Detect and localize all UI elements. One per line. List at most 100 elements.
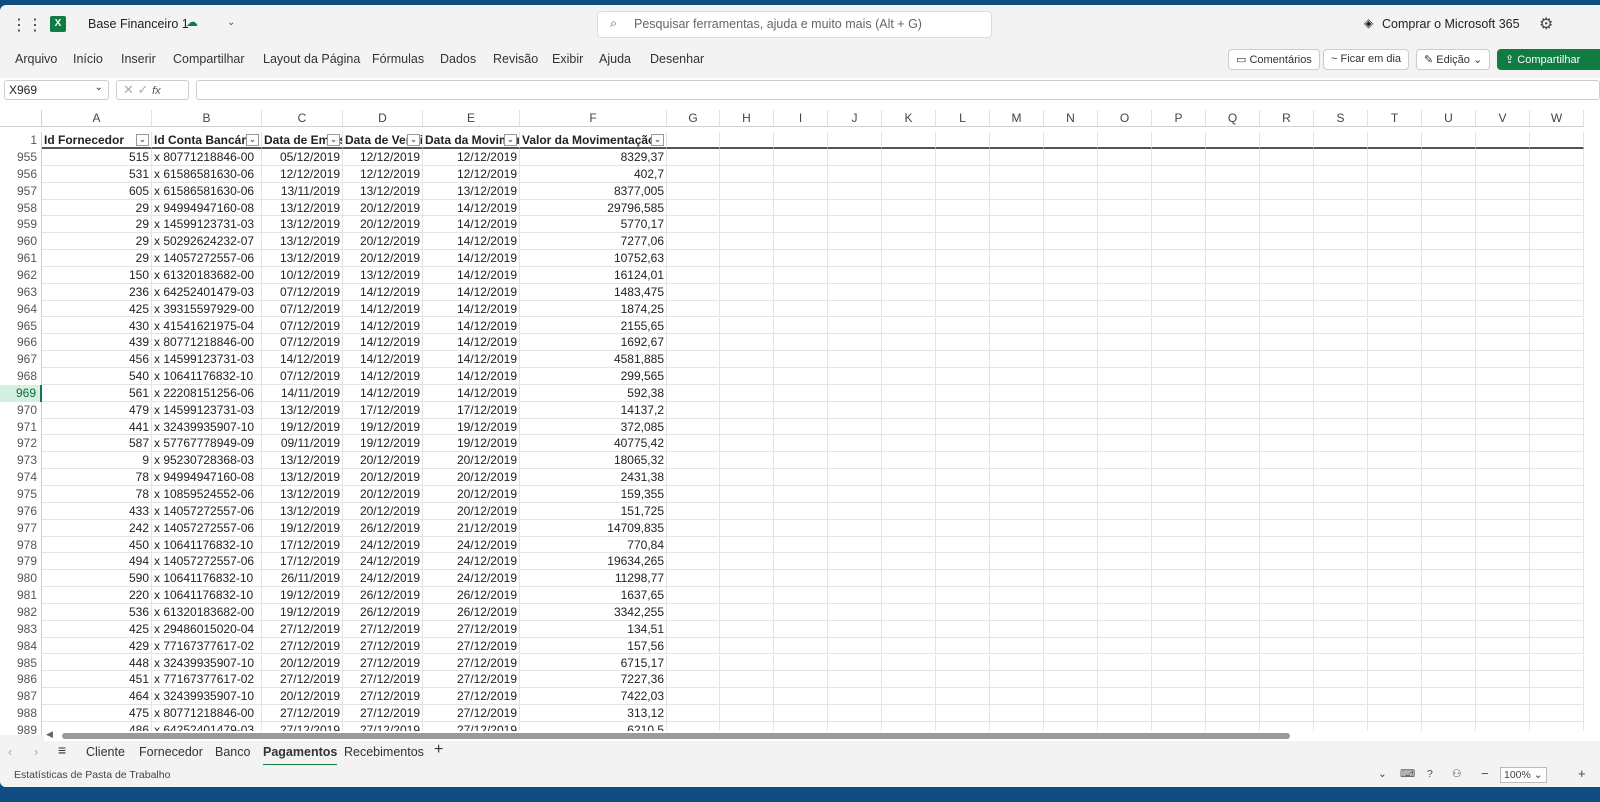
empty-cell[interactable] <box>720 688 774 706</box>
empty-cell[interactable] <box>667 283 720 301</box>
empty-cell[interactable] <box>1368 671 1422 689</box>
empty-cell[interactable] <box>936 671 990 689</box>
empty-cell[interactable] <box>1422 384 1476 402</box>
empty-cell[interactable] <box>1530 435 1584 453</box>
empty-cell[interactable] <box>1476 165 1530 183</box>
empty-cell[interactable] <box>774 149 828 166</box>
empty-cell[interactable] <box>882 688 936 706</box>
empty-cell[interactable] <box>828 637 882 655</box>
empty-cell[interactable] <box>936 502 990 520</box>
cell-F[interactable]: 592,38 <box>520 384 667 402</box>
empty-cell[interactable] <box>720 536 774 554</box>
empty-cell[interactable] <box>828 401 882 419</box>
empty-cell[interactable] <box>1260 688 1314 706</box>
empty-cell[interactable] <box>990 620 1044 638</box>
cell-A[interactable]: 439 <box>42 334 152 352</box>
empty-cell[interactable] <box>1044 233 1098 251</box>
empty-cell[interactable] <box>936 216 990 234</box>
empty-cell[interactable] <box>990 519 1044 537</box>
empty-cell[interactable] <box>1206 334 1260 352</box>
empty-cell[interactable] <box>1422 486 1476 503</box>
cell-F[interactable]: 2155,65 <box>520 317 667 335</box>
empty-cell[interactable] <box>720 418 774 436</box>
empty-cell[interactable] <box>1098 266 1152 284</box>
empty-cell[interactable] <box>828 368 882 385</box>
cell-F[interactable]: 14709,835 <box>520 519 667 537</box>
empty-cell[interactable] <box>1530 384 1584 402</box>
empty-cell[interactable] <box>1314 233 1368 251</box>
empty-cell[interactable] <box>720 620 774 638</box>
empty-cell[interactable] <box>774 452 828 470</box>
cell-B[interactable]: x 64252401479-03 <box>152 283 262 301</box>
empty-cell[interactable] <box>882 418 936 436</box>
formula-input[interactable] <box>196 80 1600 100</box>
cell-C[interactable]: 27/12/2019 <box>262 671 343 689</box>
empty-cell[interactable] <box>1476 671 1530 689</box>
empty-cell[interactable] <box>1422 300 1476 318</box>
cell-F[interactable]: 16124,01 <box>520 266 667 284</box>
cell-C[interactable]: 07/12/2019 <box>262 317 343 335</box>
empty-cell[interactable] <box>936 368 990 385</box>
empty-cell[interactable] <box>882 536 936 554</box>
cell-B[interactable]: x 94994947160-08 <box>152 469 262 486</box>
empty-cell[interactable] <box>1152 536 1206 554</box>
cell-B[interactable]: x 95230728368-03 <box>152 452 262 470</box>
empty-cell[interactable] <box>936 587 990 604</box>
empty-cell[interactable] <box>1422 570 1476 588</box>
empty-cell[interactable] <box>1152 165 1206 183</box>
empty-cell[interactable] <box>720 233 774 251</box>
empty-cell[interactable] <box>1314 182 1368 200</box>
cell-B[interactable]: x 10641176832-10 <box>152 587 262 604</box>
empty-cell[interactable] <box>882 603 936 621</box>
empty-cell[interactable] <box>720 435 774 453</box>
empty-cell[interactable] <box>882 182 936 200</box>
empty-cell[interactable] <box>1530 705 1584 722</box>
empty-cell[interactable] <box>1098 705 1152 722</box>
cell[interactable] <box>1314 132 1368 149</box>
chevron-down-icon[interactable]: ⌄ <box>1378 768 1387 780</box>
empty-cell[interactable] <box>1098 435 1152 453</box>
empty-cell[interactable] <box>667 553 720 571</box>
empty-cell[interactable] <box>774 266 828 284</box>
cell-F[interactable]: 134,51 <box>520 620 667 638</box>
buy-microsoft-365-link[interactable]: Comprar o Microsoft 365 <box>1382 17 1520 31</box>
empty-cell[interactable] <box>828 452 882 470</box>
cell-C[interactable]: 13/12/2019 <box>262 250 343 267</box>
cell-D[interactable]: 14/12/2019 <box>343 368 423 385</box>
cell-B[interactable]: x 80771218846-00 <box>152 334 262 352</box>
column-header-I[interactable]: I <box>774 110 828 127</box>
empty-cell[interactable] <box>936 149 990 166</box>
cell-D[interactable]: 27/12/2019 <box>343 671 423 689</box>
cell-A[interactable]: 450 <box>42 536 152 554</box>
empty-cell[interactable] <box>1152 250 1206 267</box>
filter-dropdown-icon[interactable]: ⌄ <box>504 134 517 146</box>
cell-E[interactable]: 19/12/2019 <box>423 435 520 453</box>
empty-cell[interactable] <box>828 165 882 183</box>
cell-A[interactable]: 515 <box>42 149 152 166</box>
empty-cell[interactable] <box>667 654 720 672</box>
empty-cell[interactable] <box>1368 536 1422 554</box>
empty-cell[interactable] <box>828 620 882 638</box>
empty-cell[interactable] <box>720 486 774 503</box>
empty-cell[interactable] <box>667 401 720 419</box>
empty-cell[interactable] <box>1152 149 1206 166</box>
empty-cell[interactable] <box>1098 654 1152 672</box>
empty-cell[interactable] <box>1422 519 1476 537</box>
column-title[interactable]: Data de Emissão⌄ <box>262 132 343 149</box>
empty-cell[interactable] <box>774 469 828 486</box>
empty-cell[interactable] <box>1260 182 1314 200</box>
empty-cell[interactable] <box>1476 536 1530 554</box>
empty-cell[interactable] <box>1368 334 1422 352</box>
cell-A[interactable]: 441 <box>42 418 152 436</box>
empty-cell[interactable] <box>1098 603 1152 621</box>
empty-cell[interactable] <box>667 486 720 503</box>
empty-cell[interactable] <box>1530 149 1584 166</box>
cell-A[interactable]: 464 <box>42 688 152 706</box>
cell-E[interactable]: 14/12/2019 <box>423 368 520 385</box>
cell-D[interactable]: 20/12/2019 <box>343 502 423 520</box>
empty-cell[interactable] <box>1206 469 1260 486</box>
cell-A[interactable]: 479 <box>42 401 152 419</box>
cell-D[interactable]: 20/12/2019 <box>343 452 423 470</box>
empty-cell[interactable] <box>828 502 882 520</box>
empty-cell[interactable] <box>1530 536 1584 554</box>
